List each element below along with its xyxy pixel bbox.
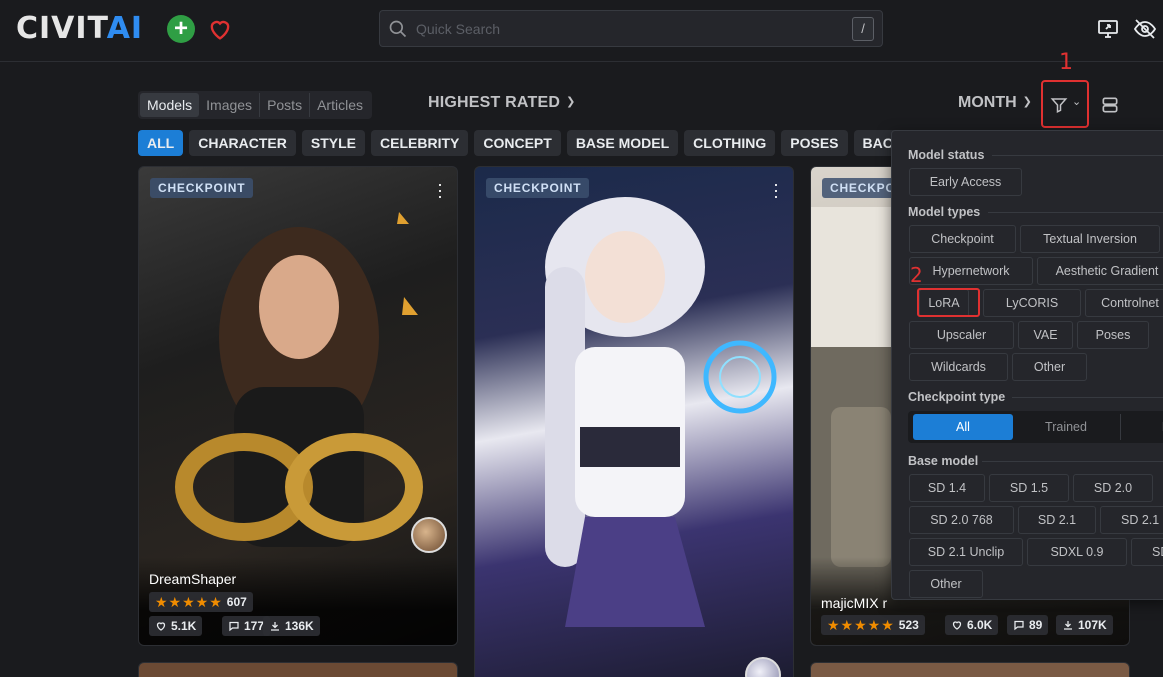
tab-articles[interactable]: Articles [310, 93, 370, 117]
model-card[interactable] [138, 662, 458, 677]
filter-controlnet[interactable]: Controlnet [1085, 289, 1163, 317]
filter-upscaler[interactable]: Upscaler [909, 321, 1014, 349]
filter-sd-2-1-768[interactable]: SD 2.1 7 [1100, 506, 1163, 534]
category-celebrity[interactable]: CELEBRITY [371, 130, 469, 156]
filter-wildcards[interactable]: Wildcards [909, 353, 1008, 381]
filter-button[interactable]: ⌄ [1041, 80, 1089, 128]
sort-label: HIGHEST RATED [428, 94, 561, 111]
category-base-model[interactable]: BASE MODEL [566, 130, 679, 156]
model-card[interactable] [810, 662, 1130, 677]
section-title-model-status: Model status [908, 148, 985, 162]
annotation-highlight-lora [917, 288, 980, 317]
heart-outline-icon [156, 622, 166, 631]
comment-icon [1014, 620, 1024, 631]
category-clothing[interactable]: CLOTHING [684, 130, 776, 156]
category-all[interactable]: ALL [138, 130, 184, 156]
divider [988, 212, 1163, 213]
eye-off-icon[interactable] [1133, 17, 1157, 41]
model-type-badge: CHECKPOINT [150, 178, 254, 198]
category-poses[interactable]: POSES [781, 130, 848, 156]
civitai-logo[interactable]: CIVITAI [16, 14, 143, 44]
category-concept[interactable]: CONCEPT [474, 130, 561, 156]
search-input[interactable] [416, 17, 836, 41]
likes-chip: 5.1K [149, 616, 203, 636]
filter-sd-2-1[interactable]: SD 2.1 [1018, 506, 1096, 534]
model-card[interactable]: CHECKPOINT · · · [474, 166, 794, 677]
rating-chip: ★★★★★ 523 [821, 615, 925, 635]
model-type-badge: CHECKPOINT [486, 178, 590, 198]
filter-other-type[interactable]: Other [1012, 353, 1087, 381]
heart-outline-icon [952, 621, 962, 630]
checkpoint-type-trained[interactable]: Trained [1016, 414, 1116, 440]
tab-images[interactable]: Images [199, 93, 261, 117]
content-type-tabs: Models Images Posts Articles [138, 91, 372, 119]
section-title-base-model: Base model [908, 454, 979, 468]
filter-dropdown-panel: Model status Early Access Model types Ch… [891, 130, 1163, 600]
download-icon [1064, 621, 1072, 630]
filter-sd-2-0-768[interactable]: SD 2.0 768 [909, 506, 1014, 534]
filter-sd-2-0[interactable]: SD 2.0 [1073, 474, 1153, 502]
heart-icon[interactable] [206, 15, 234, 43]
filter-lycoris[interactable]: LyCORIS [983, 289, 1081, 317]
filter-sd-1-4[interactable]: SD 1.4 [909, 474, 985, 502]
rating-chip: ★★★★★ 607 [149, 592, 253, 612]
period-label: MONTH [958, 94, 1017, 111]
chevron-down-icon: ⌄ [1072, 96, 1082, 108]
monitor-icon[interactable] [1096, 17, 1120, 41]
category-character[interactable]: CHARACTER [189, 130, 296, 156]
filter-early-access[interactable]: Early Access [909, 168, 1022, 196]
checkpoint-type-merge[interactable]: Me [1120, 414, 1163, 440]
creator-avatar[interactable] [411, 517, 447, 553]
divider [992, 155, 1163, 156]
tab-posts[interactable]: Posts [260, 93, 311, 117]
search-shortcut-key: / [852, 17, 874, 41]
layout-toggle-icon[interactable] [1100, 95, 1120, 115]
divider [982, 461, 1163, 462]
top-header: CIVITAI + / [0, 0, 1163, 62]
period-dropdown[interactable]: MONTH ❯ [958, 94, 1032, 112]
likes-chip: 6.0K [945, 615, 999, 635]
category-filter-bar: ALL CHARACTER STYLE CELEBRITY CONCEPT BA… [138, 130, 902, 156]
model-card[interactable]: CHECKPOINT · · · DreamShaper ★★★★★ 607 5.1K… [138, 166, 458, 646]
divider [1012, 397, 1163, 398]
comment-icon [229, 621, 239, 632]
filter-sd-more[interactable]: SD [1131, 538, 1163, 566]
create-plus-icon[interactable]: + [167, 15, 195, 43]
chevron-down-icon: ❯ [566, 96, 576, 108]
filter-sd-2-1-unclip[interactable]: SD 2.1 Unclip [909, 538, 1023, 566]
search-icon [388, 19, 408, 39]
checkpoint-type-selector: All Trained Me [908, 411, 1163, 443]
comments-chip: 89 [1007, 615, 1049, 635]
annotation-marker-1: 1 [1059, 50, 1073, 75]
tab-models[interactable]: Models [140, 93, 200, 117]
filter-aesthetic-gradient[interactable]: Aesthetic Gradient [1037, 257, 1163, 285]
model-title: majicMIX r [821, 595, 888, 611]
section-title-model-types: Model types [908, 205, 981, 219]
model-title: DreamShaper [149, 571, 237, 587]
filter-sd-1-5[interactable]: SD 1.5 [989, 474, 1069, 502]
filter-icon [1050, 98, 1068, 113]
annotation-marker-2: 2 [910, 263, 923, 287]
quick-search-box[interactable]: / [379, 10, 883, 47]
chevron-down-icon: ❯ [1022, 96, 1032, 108]
rating-stars-icon: ★★★★★ [155, 594, 223, 610]
filter-textual-inversion[interactable]: Textual Inversion [1020, 225, 1160, 253]
filter-hypernetwork[interactable]: Hypernetwork [909, 257, 1033, 285]
filter-other-base[interactable]: Other [909, 570, 983, 598]
filter-vae[interactable]: VAE [1018, 321, 1073, 349]
filter-poses[interactable]: Poses [1077, 321, 1149, 349]
more-options-icon[interactable]: · · · [773, 175, 779, 205]
card-image [545, 197, 777, 627]
filter-sdxl-0-9[interactable]: SDXL 0.9 [1027, 538, 1127, 566]
section-title-checkpoint-type: Checkpoint type [908, 390, 1006, 404]
category-style[interactable]: STYLE [301, 130, 366, 156]
filter-checkpoint[interactable]: Checkpoint [909, 225, 1016, 253]
rating-stars-icon: ★★★★★ [827, 617, 895, 633]
downloads-chip: 136K [263, 616, 320, 636]
download-icon [271, 622, 279, 631]
downloads-chip: 107K [1056, 615, 1113, 635]
checkpoint-type-all[interactable]: All [913, 414, 1013, 440]
more-options-icon[interactable]: · · · [437, 175, 443, 205]
sort-dropdown[interactable]: HIGHEST RATED ❯ [428, 94, 576, 112]
